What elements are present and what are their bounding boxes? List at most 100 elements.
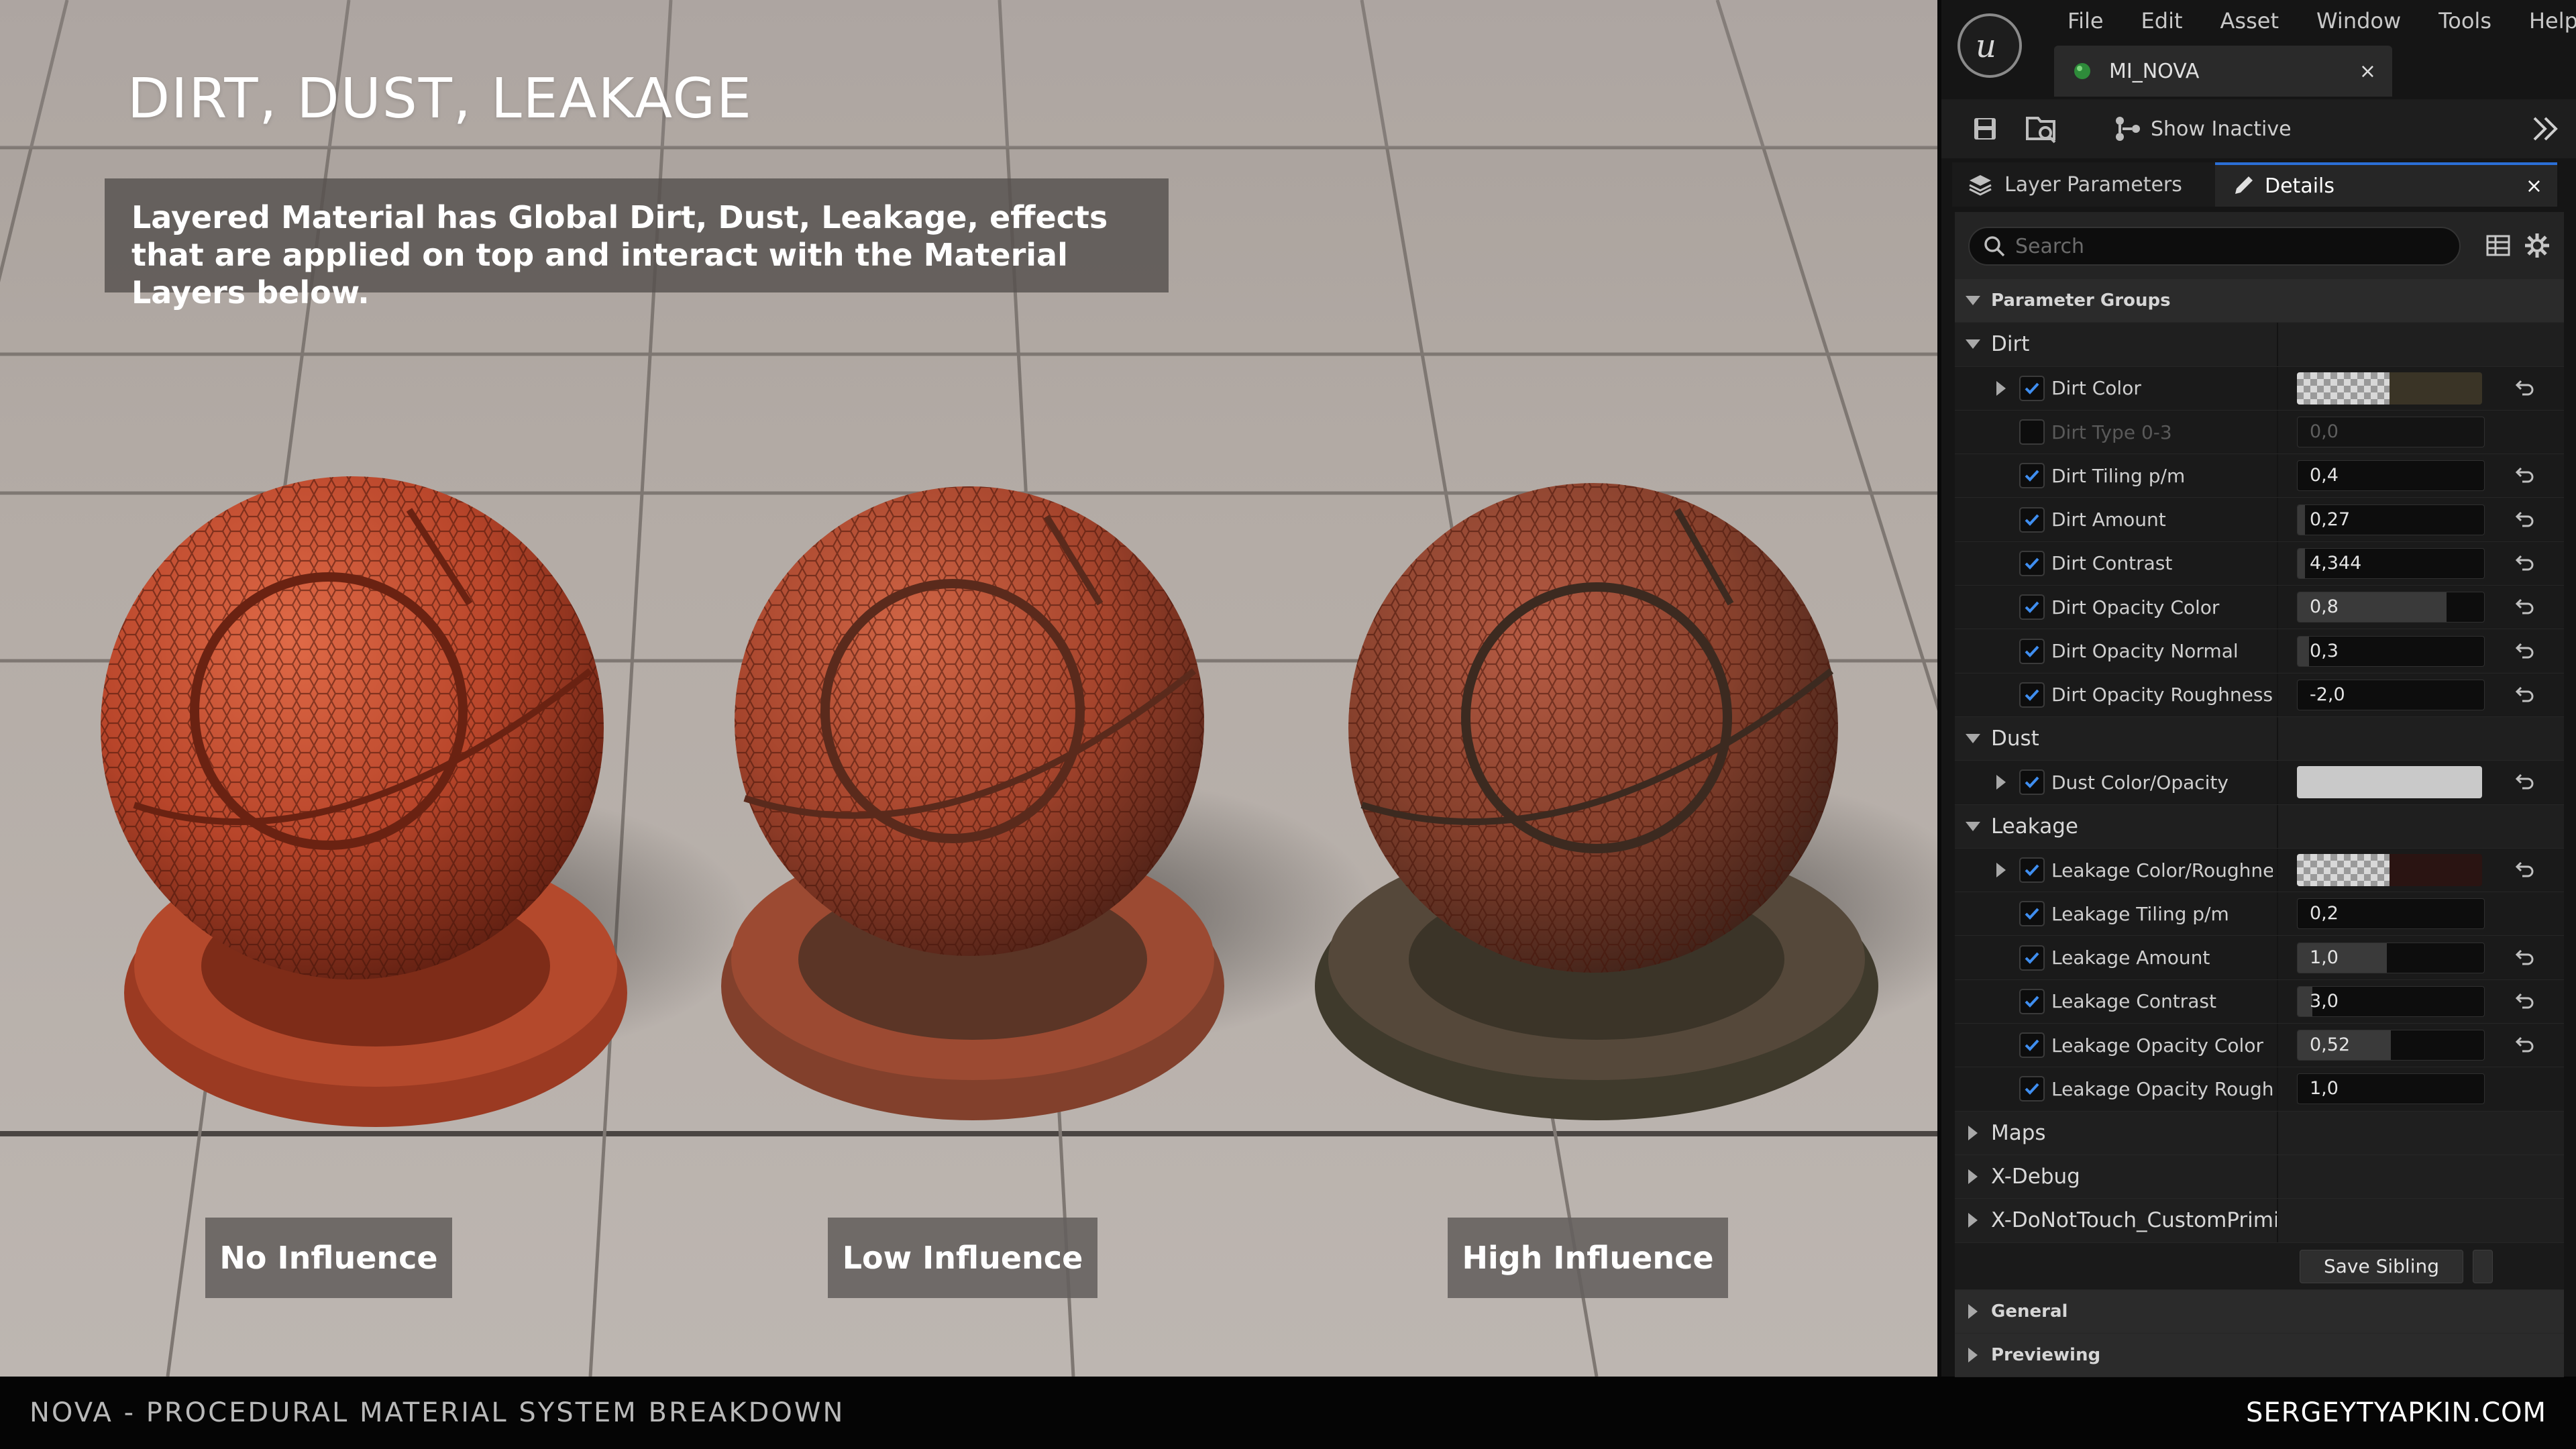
save-sibling-button[interactable]: Save Sibling [2300,1249,2463,1283]
chevron-double-right-icon[interactable] [2528,111,2563,146]
browse-asset-icon[interactable] [2023,111,2059,147]
unreal-logo-icon[interactable]: u [1957,13,2022,78]
gear-icon[interactable] [2522,231,2552,260]
reset-icon[interactable] [2513,464,2536,487]
checkbox[interactable] [2019,769,2045,796]
group-x-debug[interactable]: X-Debug [1955,1155,2564,1199]
search-field[interactable] [1968,227,2461,266]
show-inactive-button[interactable]: Show Inactive [2113,115,2292,142]
reset-icon[interactable] [2513,377,2536,400]
group-dirt[interactable]: Dirt [1955,323,2564,367]
page-title: DIRT, DUST, LEAKAGE [127,67,753,131]
checkbox[interactable] [2019,506,2045,533]
table-view-icon[interactable] [2485,232,2512,259]
group-x-donottouch[interactable]: X-DoNotTouch_CustomPrimiti [1955,1199,2564,1243]
search-input[interactable] [2015,234,2445,258]
param-label: Dust Color/Opacity [2051,771,2229,794]
menu-edit[interactable]: Edit [2123,5,2202,36]
color-swatch[interactable] [2297,766,2482,799]
checkmark-icon [2025,601,2039,614]
slider-field[interactable]: 0,3 [2297,635,2485,667]
category-parameter-groups[interactable]: Parameter Groups [1955,279,2564,323]
chevron-down-icon[interactable] [1966,821,1980,831]
footer-bar: NOVA - PROCEDURAL MATERIAL SYSTEM BREAKD… [0,1377,2576,1449]
checkbox[interactable] [2019,988,2045,1014]
checkbox[interactable] [2019,594,2045,621]
checkmark-icon [2025,996,2039,1008]
number-field[interactable]: -2,0 [2297,679,2485,710]
checkbox[interactable] [2019,945,2045,971]
tab-layer-parameters[interactable]: Layer Parameters [1952,162,2215,207]
checkbox[interactable] [2019,857,2045,883]
group-maps[interactable]: Maps [1955,1111,2564,1155]
color-swatch[interactable] [2297,372,2482,405]
checkbox[interactable] [2019,1076,2045,1102]
menu-window[interactable]: Window [2298,5,2420,36]
checkbox[interactable] [2019,901,2045,927]
category-previewing[interactable]: Previewing [1955,1333,2564,1378]
slider-field[interactable]: 3,0 [2297,985,2485,1017]
asset-tab[interactable]: MI_NOVA × [2054,46,2392,97]
reset-icon[interactable] [2513,947,2536,969]
chevron-right-icon[interactable] [1968,1347,1978,1362]
menu-file[interactable]: File [2049,5,2123,36]
tab-details[interactable]: Details × [2215,162,2557,207]
menu-help[interactable]: Help [2510,5,2576,36]
chevron-down-icon[interactable] [1966,339,1980,350]
reset-icon[interactable] [2513,1034,2536,1057]
parameter-list: Parameter Groups Dirt Dirt Color Dirt Ty… [1955,279,2564,1378]
chevron-right-icon[interactable] [1968,1169,1978,1185]
checkbox[interactable] [2019,375,2045,401]
category-general[interactable]: General [1955,1289,2564,1334]
category-label: Previewing [1991,1344,2101,1365]
group-dust[interactable]: Dust [1955,716,2564,761]
checkbox[interactable] [2019,550,2045,576]
chevron-right-icon[interactable] [1996,863,2006,877]
checkbox[interactable] [2019,1032,2045,1059]
slider-field[interactable]: 0,27 [2297,504,2485,535]
number-field[interactable]: 0,0 [2297,417,2485,448]
reset-icon[interactable] [2513,640,2536,663]
chevron-right-icon[interactable] [1968,1303,1978,1319]
reset-icon[interactable] [2513,508,2536,531]
chevron-down-icon[interactable] [1966,296,1980,306]
checkbox[interactable] [2019,638,2045,664]
reset-icon[interactable] [2513,990,2536,1013]
reset-icon[interactable] [2513,684,2536,706]
menu-tools[interactable]: Tools [2420,5,2510,36]
footer-website: SERGEYTYAPKIN.COM [2246,1397,2546,1428]
slider-field[interactable]: 4,344 [2297,547,2485,579]
reset-icon[interactable] [2513,859,2536,881]
checkmark-icon [2025,382,2039,394]
chevron-down-icon[interactable] [1966,734,1980,744]
param-label: Leakage Opacity Color [2051,1034,2263,1057]
checkbox[interactable] [2019,682,2045,708]
group-label: Maps [1991,1120,2046,1145]
viewport[interactable]: DIRT, DUST, LEAKAGE Layered Material has… [0,0,1937,1377]
close-icon[interactable]: × [2359,60,2376,83]
reset-icon[interactable] [2513,771,2536,794]
checkmark-icon [2025,864,2039,876]
save-icon[interactable] [1967,111,2003,147]
chevron-right-icon[interactable] [1968,1125,1978,1140]
number-field[interactable]: 0,2 [2297,898,2485,930]
slider-field[interactable]: 0,52 [2297,1030,2485,1061]
slider-field[interactable]: 1,0 [2297,942,2485,973]
reset-icon[interactable] [2513,596,2536,619]
close-icon[interactable]: × [2526,174,2542,198]
number-field[interactable]: 0,4 [2297,460,2485,492]
checkmark-icon [2025,470,2039,482]
checkbox[interactable] [2019,419,2045,445]
slider-field[interactable]: 0,8 [2297,592,2485,623]
chevron-right-icon[interactable] [1996,380,2006,396]
reset-icon[interactable] [2513,552,2536,575]
chevron-right-icon[interactable] [1968,1213,1978,1228]
number-field[interactable]: 1,0 [2297,1073,2485,1105]
menu-asset[interactable]: Asset [2202,5,2298,36]
save-sibling-options-button[interactable] [2473,1249,2493,1283]
group-leakage[interactable]: Leakage [1955,804,2564,849]
chevron-right-icon[interactable] [1996,775,2006,790]
checkbox[interactable] [2019,463,2045,489]
param-dust-color-opacity: Dust Color/Opacity [1955,761,2564,805]
color-swatch[interactable] [2297,854,2482,886]
